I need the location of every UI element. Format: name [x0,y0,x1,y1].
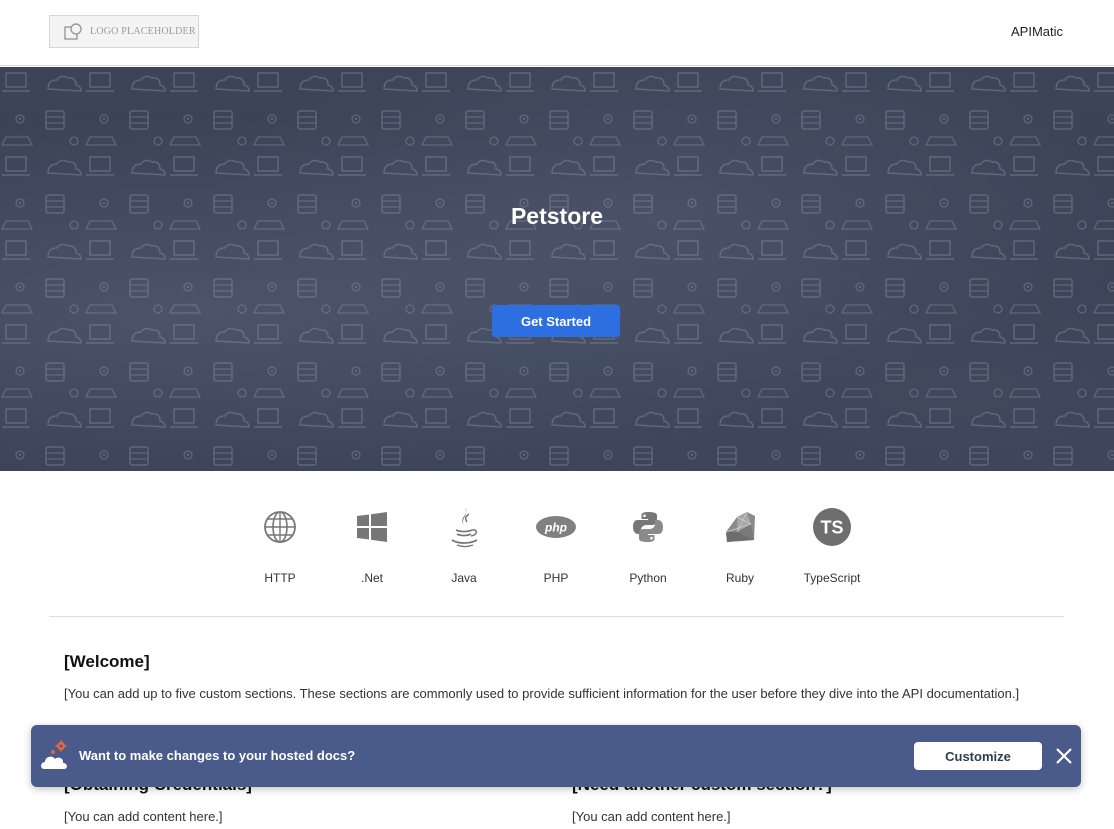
svg-text:php: php [544,521,567,535]
banner-message: Want to make changes to your hosted docs… [79,748,356,763]
language-php[interactable]: php PHP [510,505,602,585]
globe-icon [264,511,296,543]
customize-banner: Want to make changes to your hosted docs… [31,725,1081,787]
hero-background-pattern [0,67,1114,471]
language-label: TypeScript [803,571,861,585]
language-python[interactable]: Python [602,505,694,585]
language-label: HTTP [264,571,296,585]
credentials-text: [You can add content here.] [64,809,223,824]
logo-text: LOGO PLACEHOLDER [90,26,196,37]
language-dotnet[interactable]: .Net [326,505,418,585]
language-label: PHP [543,571,569,585]
welcome-text: [You can add up to five custom sections.… [64,686,1020,701]
windows-icon [357,512,387,542]
language-label: Java [451,571,477,585]
language-selector: HTTP .Net Java php PHP Python Ruby TS Ty… [234,505,880,585]
language-http[interactable]: HTTP [234,505,326,585]
section-divider [49,616,1064,617]
language-label: Python [629,571,667,585]
cloud-gear-icon [41,740,67,769]
logo-placeholder[interactable]: LOGO PLACEHOLDER [49,15,199,48]
ruby-icon [725,511,755,542]
typescript-icon: TS [813,508,851,546]
language-label: .Net [360,571,383,585]
hero-title: Petstore [510,203,604,229]
nav-link-apimatic[interactable]: APIMatic [1011,24,1063,39]
top-header: LOGO PLACEHOLDER APIMatic [0,0,1114,66]
language-typescript[interactable]: TS TypeScript [786,505,878,585]
welcome-heading: [Welcome] [64,652,150,671]
python-icon [633,512,663,542]
image-icon [64,22,82,40]
get-started-button[interactable]: Get Started [492,305,620,337]
php-icon: php [536,516,576,538]
hero-section: Petstore Get Started [0,67,1114,471]
svg-text:TS: TS [820,518,843,538]
language-java[interactable]: Java [418,505,510,585]
custom-section-text: [You can add content here.] [572,809,731,824]
language-ruby[interactable]: Ruby [694,505,786,585]
language-label: Ruby [725,571,754,585]
close-icon[interactable] [1054,746,1074,766]
java-icon [451,508,478,548]
customize-button[interactable]: Customize [914,742,1042,770]
